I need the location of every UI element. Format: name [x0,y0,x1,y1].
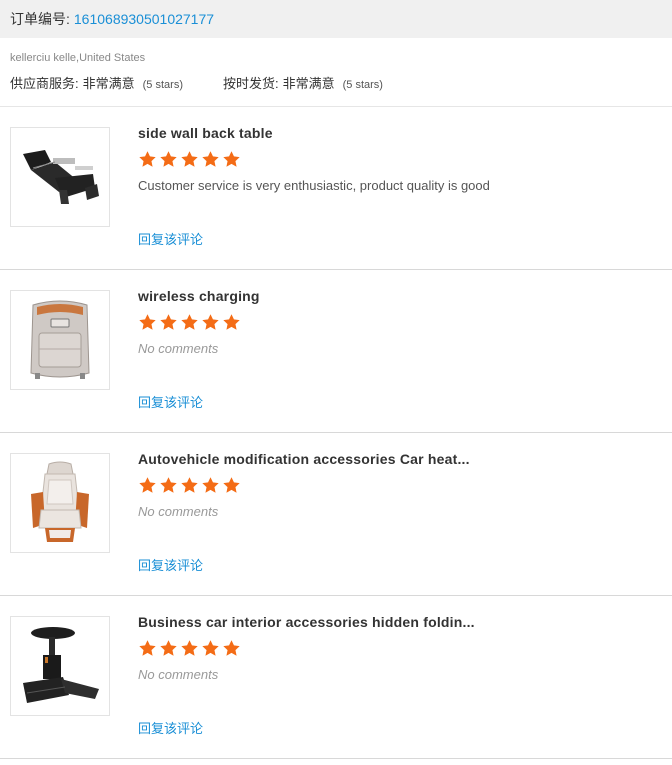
review-rating [138,639,662,661]
delivery-label: 按时发货: [222,76,279,91]
reply-comment-link[interactable]: 回复该评论 [138,555,203,574]
star-icon [181,477,198,493]
review-rating [138,476,662,498]
star-icon [181,640,198,656]
star-icon [139,640,156,656]
seat-back-panel-image [30,300,90,379]
star-icon [202,640,219,656]
massage-recliner-image [23,150,99,204]
delivery-stars: (5 stars) [342,79,383,91]
order-header: 订单编号: 161068930501027177 [0,0,672,38]
delivery-value: 非常满意 [282,76,335,91]
buyer-info: kellerciu kelle,United States 供应商服务: 非常满… [0,38,672,107]
star-icon [160,314,177,330]
review-comment: No comments [138,341,219,356]
product-title[interactable]: Autovehicle modification accessories Car… [138,451,478,467]
product-thumbnail[interactable] [10,616,110,716]
supplier-service-rating: 供应商服务: 非常满意 (5 stars) [10,73,183,92]
car-seat-image [31,461,89,542]
star-icon [202,314,219,330]
product-title[interactable]: Business car interior accessories hidden… [138,614,478,630]
review-comment: No comments [138,504,219,519]
review-comment: Customer service is very enthusiastic, p… [138,178,490,193]
product-thumbnail[interactable] [10,453,110,553]
review-rating [138,150,662,172]
review-item: Business car interior accessories hidden… [0,596,672,759]
star-icon [223,151,240,167]
reply-comment-link[interactable]: 回复该评论 [138,229,203,248]
order-number-label: 订单编号: [10,11,70,27]
supplier-service-stars: (5 stars) [142,79,183,91]
store-ratings: 供应商服务: 非常满意 (5 stars) 按时发货: 非常满意 (5 star… [10,73,662,92]
review-comment: No comments [138,667,219,682]
buyer-name: kellerciu kelle,United States [10,52,146,64]
order-number-link[interactable]: 161068930501027177 [74,11,214,27]
product-thumbnail[interactable] [10,127,110,227]
supplier-service-value: 非常满意 [82,76,135,91]
star-icon [181,314,198,330]
star-icon [223,477,240,493]
star-icon [202,151,219,167]
star-icon [160,151,177,167]
delivery-rating: 按时发货: 非常满意 (5 stars) [223,73,383,92]
star-icon [202,477,219,493]
folding-table-image [23,627,99,703]
review-item: side wall back table Customer service is… [0,107,672,270]
star-icon [223,314,240,330]
product-thumbnail[interactable] [10,290,110,390]
star-icon [139,314,156,330]
reply-comment-link[interactable]: 回复该评论 [138,718,203,737]
review-item: wireless charging No comments 回复该评论 [0,270,672,433]
supplier-service-label: 供应商服务: [10,76,79,91]
star-icon [160,477,177,493]
star-icon [223,640,240,656]
star-icon [139,151,156,167]
product-title[interactable]: wireless charging [138,288,478,304]
review-rating [138,313,662,335]
star-icon [139,477,156,493]
star-icon [181,151,198,167]
review-item: Autovehicle modification accessories Car… [0,433,672,596]
star-icon [160,640,177,656]
product-title[interactable]: side wall back table [138,125,478,141]
reply-comment-link[interactable]: 回复该评论 [138,392,203,411]
